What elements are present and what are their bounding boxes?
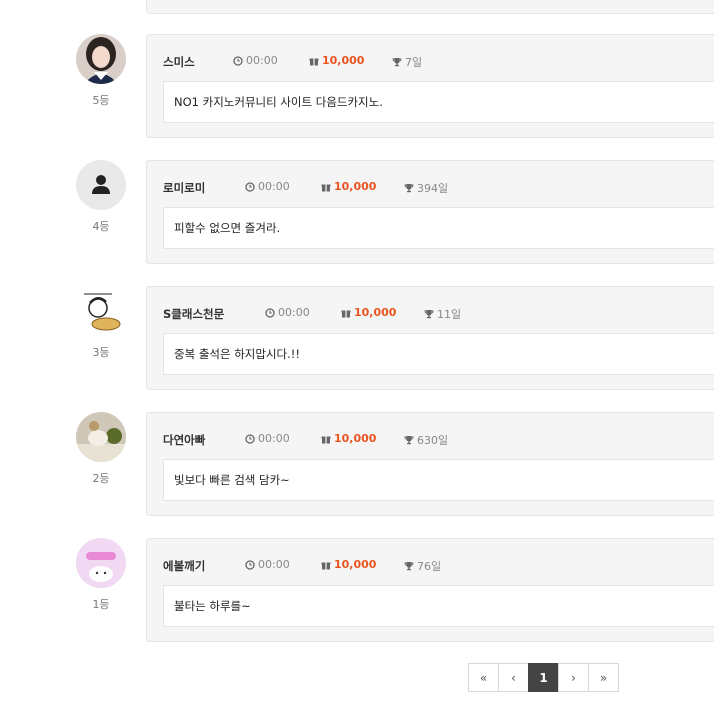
days-info: 394일 (404, 180, 448, 196)
time-value: 00:00 (258, 180, 290, 193)
entry-card: 다연아빠 00:00 10,000 630일 빛보다 빠른 검색 담카~ (146, 412, 714, 516)
gift-icon (341, 310, 351, 317)
days-value: 7일 (405, 56, 423, 69)
gift-icon (321, 184, 331, 191)
entry-card: 에볼깨기 00:00 10,000 76일 불타는 하루를~ (146, 538, 714, 642)
clock-icon (245, 559, 255, 570)
days-info: 630일 (404, 432, 448, 448)
entry-message: 중복 출석은 하지맙시다.!! (163, 333, 714, 375)
gift-icon (321, 562, 331, 569)
days-value: 394일 (417, 182, 449, 195)
point-value: 10,000 (334, 558, 377, 571)
next-page-button[interactable]: › (558, 663, 589, 692)
attendance-entry: 3등 S클래스천문 00:00 10,000 11일 중복 출석은 하지맙시다.… (0, 286, 714, 394)
trophy-icon (404, 436, 414, 445)
attendance-entry: 2등 다연아빠 00:00 10,000 630일 빛보다 빠른 검색 담카~ (0, 412, 714, 520)
clock-icon (245, 181, 255, 192)
rank-label: 5등 (92, 94, 110, 107)
point-value: 10,000 (322, 54, 365, 67)
days-value: 11일 (437, 308, 462, 321)
trophy-icon (404, 184, 414, 193)
point-info: 10,000 (341, 306, 396, 319)
time-info: 00:00 (233, 54, 278, 67)
photo-girl-avatar (76, 34, 126, 84)
rank-label: 4등 (92, 220, 110, 233)
days-info: 76일 (404, 558, 441, 574)
cat-photo-avatar (76, 412, 126, 462)
trophy-icon (404, 562, 414, 571)
time-info: 00:00 (245, 432, 290, 445)
default-user-avatar (76, 160, 126, 210)
entry-card: S클래스천문 00:00 10,000 11일 중복 출석은 하지맙시다.!! (146, 286, 714, 390)
days-info: 7일 (392, 54, 422, 70)
point-value: 10,000 (334, 180, 377, 193)
pink-character-avatar (76, 538, 126, 588)
time-value: 00:00 (246, 54, 278, 67)
point-info: 10,000 (321, 432, 376, 445)
gift-icon (321, 436, 331, 443)
nickname[interactable]: 스미스 (163, 54, 195, 70)
days-value: 76일 (417, 560, 442, 573)
days-value: 630일 (417, 434, 449, 447)
nickname[interactable]: 다연아빠 (163, 432, 205, 448)
nickname[interactable]: S클래스천문 (163, 306, 224, 322)
clock-icon (233, 55, 243, 66)
rank-label: 2등 (92, 472, 110, 485)
time-info: 00:00 (245, 558, 290, 571)
time-info: 00:00 (245, 180, 290, 193)
nickname[interactable]: 로미로미 (163, 180, 205, 196)
entry-card: 스미스 00:00 10,000 7일 NO1 카지노커뮤니티 사이트 다음드카… (146, 34, 714, 138)
point-info: 10,000 (309, 54, 364, 67)
point-value: 10,000 (334, 432, 377, 445)
pagination: « ‹ 1 › » (468, 663, 619, 692)
time-value: 00:00 (258, 558, 290, 571)
current-page-button[interactable]: 1 (528, 663, 559, 692)
rank-label: 1등 (92, 598, 110, 611)
entry-message: 빛보다 빠른 검색 담카~ (163, 459, 714, 501)
attendance-entry: 4등 로미로미 00:00 10,000 394일 피할수 없으면 즐겨라. (0, 160, 714, 268)
rank-label: 3등 (92, 346, 110, 359)
attendance-entry: 5등 스미스 00:00 10,000 7일 NO1 카지노커뮤니티 사이트 다… (0, 34, 714, 142)
entry-message: 불타는 하루를~ (163, 585, 714, 627)
time-info: 00:00 (265, 306, 310, 319)
attendance-entry: 1등 에볼깨기 00:00 10,000 76일 불타는 하루를~ (0, 538, 714, 646)
trophy-icon (424, 310, 434, 319)
trophy-icon (392, 58, 402, 67)
clock-icon (265, 307, 275, 318)
days-info: 11일 (424, 306, 461, 322)
time-value: 00:00 (278, 306, 310, 319)
entry-card: 로미로미 00:00 10,000 394일 피할수 없으면 즐겨라. (146, 160, 714, 264)
clock-icon (245, 433, 255, 444)
point-info: 10,000 (321, 558, 376, 571)
nickname[interactable]: 에볼깨기 (163, 558, 205, 574)
point-info: 10,000 (321, 180, 376, 193)
prev-page-button[interactable]: ‹ (498, 663, 529, 692)
point-value: 10,000 (354, 306, 397, 319)
entry-message: 피할수 없으면 즐겨라. (163, 207, 714, 249)
last-page-button[interactable]: » (588, 663, 619, 692)
cartoon-sketch-avatar (76, 286, 126, 336)
entry-message: NO1 카지노커뮤니티 사이트 다음드카지노. (163, 81, 714, 123)
time-value: 00:00 (258, 432, 290, 445)
first-page-button[interactable]: « (468, 663, 499, 692)
gift-icon (309, 58, 319, 65)
previous-entry-card (146, 0, 714, 14)
